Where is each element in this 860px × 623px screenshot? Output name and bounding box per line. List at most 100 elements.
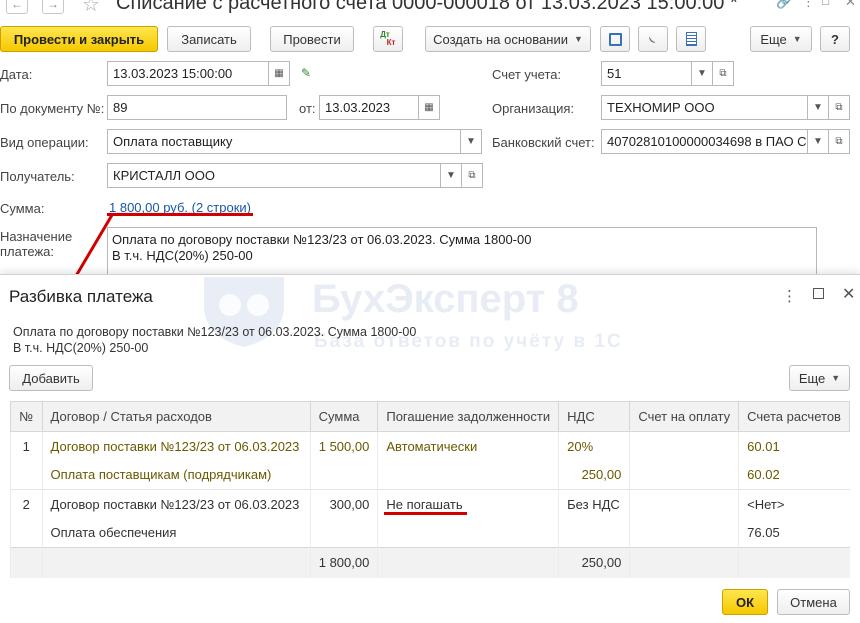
print-button[interactable] xyxy=(676,26,706,52)
table-row[interactable]: Оплата обеспечения 76.05 xyxy=(10,518,850,548)
maximize-icon[interactable] xyxy=(813,288,824,299)
open-icon[interactable]: ⧉ xyxy=(828,129,850,154)
vat-sum-cell[interactable]: 250,00 xyxy=(558,460,630,490)
save-button[interactable]: Записать xyxy=(167,26,251,52)
attach-button[interactable]: ⌣ xyxy=(638,26,668,52)
calendar-icon[interactable]: ▦ xyxy=(268,61,290,86)
column-header[interactable]: Погашение задолженности xyxy=(377,401,560,432)
organization-field[interactable]: ТЕХНОМИР ООО xyxy=(601,95,809,120)
table-row[interactable]: Оплата поставщикам (подрядчикам) 250,00 … xyxy=(10,460,850,490)
post-and-close-label: Провести и закрыть xyxy=(13,31,145,47)
create-based-label: Создать на основании xyxy=(433,31,568,47)
more-vertical-icon[interactable]: ⋮ xyxy=(802,0,815,10)
empty-cell xyxy=(629,460,739,490)
column-header[interactable]: Договор / Статья расходов xyxy=(41,401,311,432)
chevron-down-icon[interactable]: ▼ xyxy=(460,129,482,154)
star-icon[interactable]: ☆ xyxy=(82,0,100,17)
more-button[interactable]: Еще ▼ xyxy=(750,26,812,52)
expense-item-cell[interactable]: Оплата обеспечения xyxy=(41,518,311,548)
more-vertical-icon[interactable]: ⋮ xyxy=(782,287,797,305)
purpose-textarea[interactable]: Оплата по договору поставки №123/23 от 0… xyxy=(107,227,817,277)
kt-label: Кт xyxy=(386,38,396,47)
empty-cell xyxy=(309,460,378,490)
account-value: 51 xyxy=(607,66,622,81)
post-and-close-button[interactable]: Провести и закрыть xyxy=(0,26,158,52)
doc-number-field[interactable]: 89 xyxy=(107,95,287,120)
vat-sum-cell[interactable] xyxy=(558,518,630,548)
more-button[interactable]: Еще ▼ xyxy=(789,365,850,391)
chevron-down-icon[interactable]: ▼ xyxy=(691,61,713,86)
bank-account-value: 40702810100000034698 в ПАО СБ xyxy=(607,134,809,149)
link-icon[interactable]: 🔗 xyxy=(776,0,792,10)
account-cell[interactable]: 60.01 xyxy=(738,431,850,461)
create-based-on-button[interactable]: Создать на основании ▼ xyxy=(425,26,591,52)
column-header[interactable]: Счет на оплату xyxy=(629,401,740,432)
empty-cell xyxy=(377,460,559,490)
row-number: 2 xyxy=(10,489,43,519)
arrow-left-icon[interactable]: ← xyxy=(6,0,28,14)
chevron-down-icon[interactable]: ▼ xyxy=(440,163,462,188)
payment-split-dialog: БухЭксперт 8 База ответов по учёту в 1С … xyxy=(0,274,860,623)
invoice-cell[interactable] xyxy=(629,431,739,461)
repay-cell[interactable]: Не погашать xyxy=(377,489,559,519)
sum-cell[interactable]: 1 500,00 xyxy=(309,431,378,461)
structure-button[interactable] xyxy=(600,26,630,52)
help-button[interactable]: ? xyxy=(820,26,850,52)
sum-cell[interactable]: 300,00 xyxy=(309,489,378,519)
vat-rate-cell[interactable]: 20% xyxy=(558,431,630,461)
list-icon xyxy=(685,32,697,46)
account-cell[interactable]: 76.05 xyxy=(738,518,850,548)
ok-button[interactable]: ОК xyxy=(722,589,768,615)
description-line: В т.ч. НДС(20%) 250-00 xyxy=(13,341,149,355)
table-row[interactable]: 2 Договор поставки №123/23 от 06.03.2023… xyxy=(10,489,850,519)
dialog-title: Разбивка платежа xyxy=(9,287,153,306)
arrow-right-icon[interactable]: → xyxy=(42,0,64,14)
column-header[interactable]: № xyxy=(10,401,43,432)
purpose-line: Оплата по договору поставки №123/23 от 0… xyxy=(112,232,532,247)
expense-item-cell[interactable]: Оплата поставщикам (подрядчикам) xyxy=(41,460,311,490)
paperclip-icon: ⌣ xyxy=(644,29,663,48)
bank-account-field[interactable]: 40702810100000034698 в ПАО СБ xyxy=(601,129,809,154)
close-icon[interactable]: ✕ xyxy=(845,0,856,10)
close-icon[interactable]: ✕ xyxy=(842,284,855,304)
from-date-field[interactable]: 13.03.2023 xyxy=(319,95,419,120)
open-icon[interactable]: ⧉ xyxy=(461,163,483,188)
post-button[interactable]: Провести xyxy=(270,26,354,52)
date-field[interactable]: 13.03.2023 15:00:00 xyxy=(107,61,270,86)
recipient-field[interactable]: КРИСТАЛЛ ООО xyxy=(107,163,441,188)
calendar-icon[interactable]: ▦ xyxy=(418,95,440,120)
chevron-down-icon: ▼ xyxy=(573,34,583,44)
operation-value: Оплата поставщику xyxy=(113,134,233,149)
sum-label: Сумма: xyxy=(0,201,45,216)
chevron-down-icon[interactable]: ▼ xyxy=(807,95,829,120)
column-header[interactable]: Счета расчетов xyxy=(738,401,850,432)
open-icon[interactable]: ⧉ xyxy=(828,95,850,120)
invoice-cell[interactable] xyxy=(629,489,739,519)
cancel-button[interactable]: Отмена xyxy=(777,589,850,615)
contract-cell[interactable]: Договор поставки №123/23 от 06.03.2023 xyxy=(41,489,311,519)
account-cell[interactable]: <Нет> xyxy=(738,489,850,519)
operation-select[interactable]: Оплата поставщику xyxy=(107,129,461,154)
chevron-down-icon: ▼ xyxy=(831,373,841,383)
total-sum: 1 800,00 xyxy=(309,547,378,578)
column-header[interactable]: Сумма xyxy=(309,401,379,432)
edit-note-icon[interactable]: ✎ xyxy=(301,66,311,80)
column-header[interactable]: НДС xyxy=(558,401,631,432)
add-button[interactable]: Добавить xyxy=(9,365,93,391)
chevron-down-icon[interactable]: ▼ xyxy=(807,129,829,154)
dtkt-button[interactable]: Дт Кт xyxy=(373,26,403,52)
purpose-label-1: Назначение xyxy=(0,229,73,244)
contract-cell[interactable]: Договор поставки №123/23 от 06.03.2023 xyxy=(41,431,311,461)
title-bar: ← → ☆ Списание с расчетного счета 0000-0… xyxy=(0,0,860,22)
ok-label: ОК xyxy=(735,594,755,610)
table-row[interactable]: 1 Договор поставки №123/23 от 06.03.2023… xyxy=(10,431,850,461)
sum-annotation-underline xyxy=(107,213,253,216)
open-icon[interactable]: ⧉ xyxy=(712,61,734,86)
vat-rate-cell[interactable]: Без НДС xyxy=(558,489,630,519)
date-label: Дата: xyxy=(0,67,33,82)
description-line: Оплата по договору поставки №123/23 от 0… xyxy=(13,325,417,339)
maximize-icon[interactable]: □ xyxy=(822,0,829,8)
repay-cell[interactable]: Автоматически xyxy=(377,431,559,461)
account-field[interactable]: 51 xyxy=(601,61,693,86)
account-cell[interactable]: 60.02 xyxy=(738,460,850,490)
